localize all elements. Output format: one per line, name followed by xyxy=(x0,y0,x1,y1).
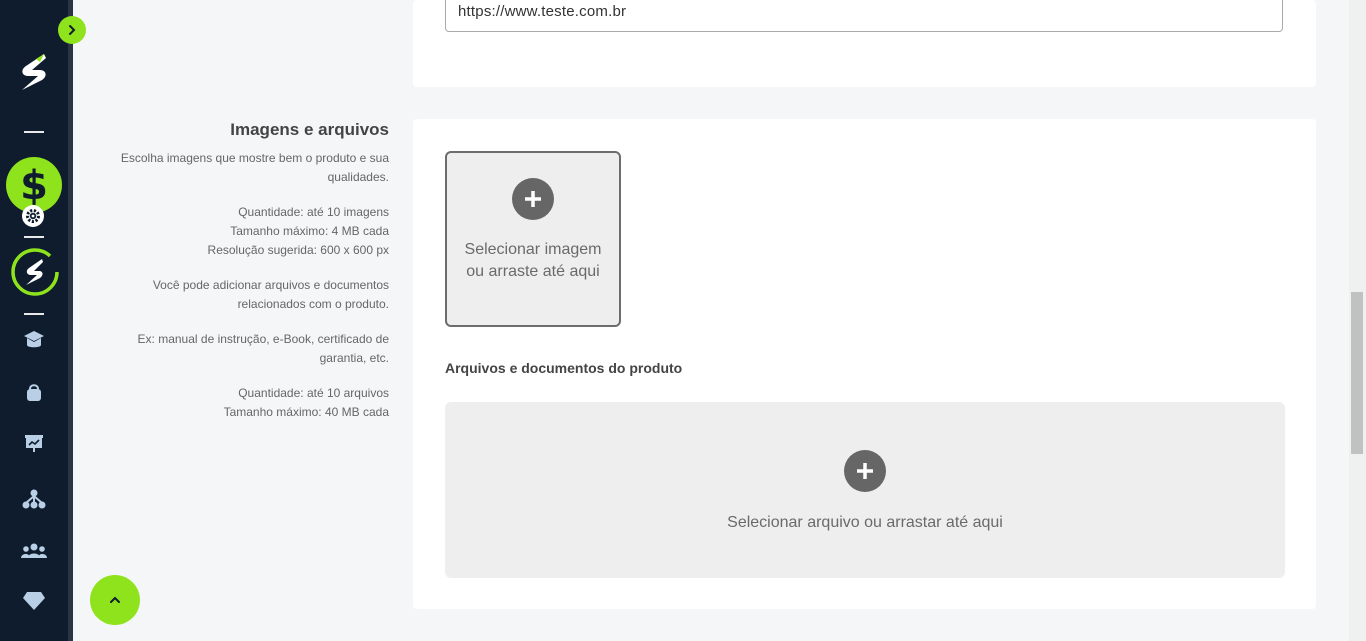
sidebar-edge xyxy=(68,0,73,641)
files-heading: Arquivos e documentos do produto xyxy=(445,360,683,376)
diamond-icon xyxy=(23,592,45,610)
files-quantity: Quantidade: até 10 arquivos xyxy=(238,386,389,400)
nav-premium[interactable] xyxy=(20,586,48,614)
scrollbar-thumb[interactable] xyxy=(1351,292,1363,454)
plus-icon xyxy=(512,178,554,220)
file-dropzone-label: Selecionar arquivo ou arrastar até aqui xyxy=(727,514,1003,531)
sidebar-toggle-button[interactable] xyxy=(58,16,86,44)
files-example: Ex: manual de instrução, e-Book, certifi… xyxy=(137,332,389,365)
scroll-to-top-button[interactable] xyxy=(90,575,140,625)
image-quantity: Quantidade: até 10 imagens xyxy=(238,205,389,219)
dollar-icon: $ xyxy=(20,163,48,207)
nav-reports[interactable] xyxy=(20,429,48,457)
nav-courses[interactable] xyxy=(20,326,48,354)
bag-icon xyxy=(27,384,41,401)
presentation-chart-icon xyxy=(25,435,43,452)
brand-logo[interactable] xyxy=(14,50,54,94)
image-dropzone-label: Selecionar imagem ou arraste até aqui xyxy=(464,241,602,280)
file-dropzone[interactable]: Selecionar arquivo ou arrastar até aqui xyxy=(445,402,1285,578)
image-max-size: Tamanho máximo: 4 MB cada xyxy=(230,224,389,238)
image-resolution: Resolução sugerida: 600 x 600 px xyxy=(207,243,389,257)
nav-products[interactable] xyxy=(20,378,48,406)
graduation-cap-icon xyxy=(24,331,44,348)
desc-intro: Escolha imagens que mostre bem o produto… xyxy=(120,151,389,184)
url-field[interactable]: https://www.teste.com.br xyxy=(445,0,1283,32)
section-title: Imagens e arquivos xyxy=(230,120,389,139)
svg-text:$: $ xyxy=(20,163,48,207)
image-dropzone[interactable]: Selecionar imagem ou arraste até aqui xyxy=(445,151,621,327)
chevron-right-icon xyxy=(69,25,76,35)
chevron-up-icon xyxy=(110,596,120,603)
sidebar-divider xyxy=(24,131,44,133)
account-logo-icon[interactable] xyxy=(10,247,60,297)
nav-affiliates[interactable] xyxy=(20,485,48,513)
settings-badge[interactable] xyxy=(22,205,44,227)
network-icon xyxy=(22,489,46,509)
sidebar-divider xyxy=(24,236,44,238)
users-icon xyxy=(21,543,47,558)
sidebar-divider xyxy=(24,313,44,315)
files-max-size: Tamanho máximo: 40 MB cada xyxy=(223,405,389,419)
gear-icon xyxy=(26,209,40,223)
files-intro: Você pode adicionar arquivos e documento… xyxy=(152,278,389,311)
plus-icon xyxy=(844,450,886,492)
nav-members[interactable] xyxy=(20,537,48,565)
